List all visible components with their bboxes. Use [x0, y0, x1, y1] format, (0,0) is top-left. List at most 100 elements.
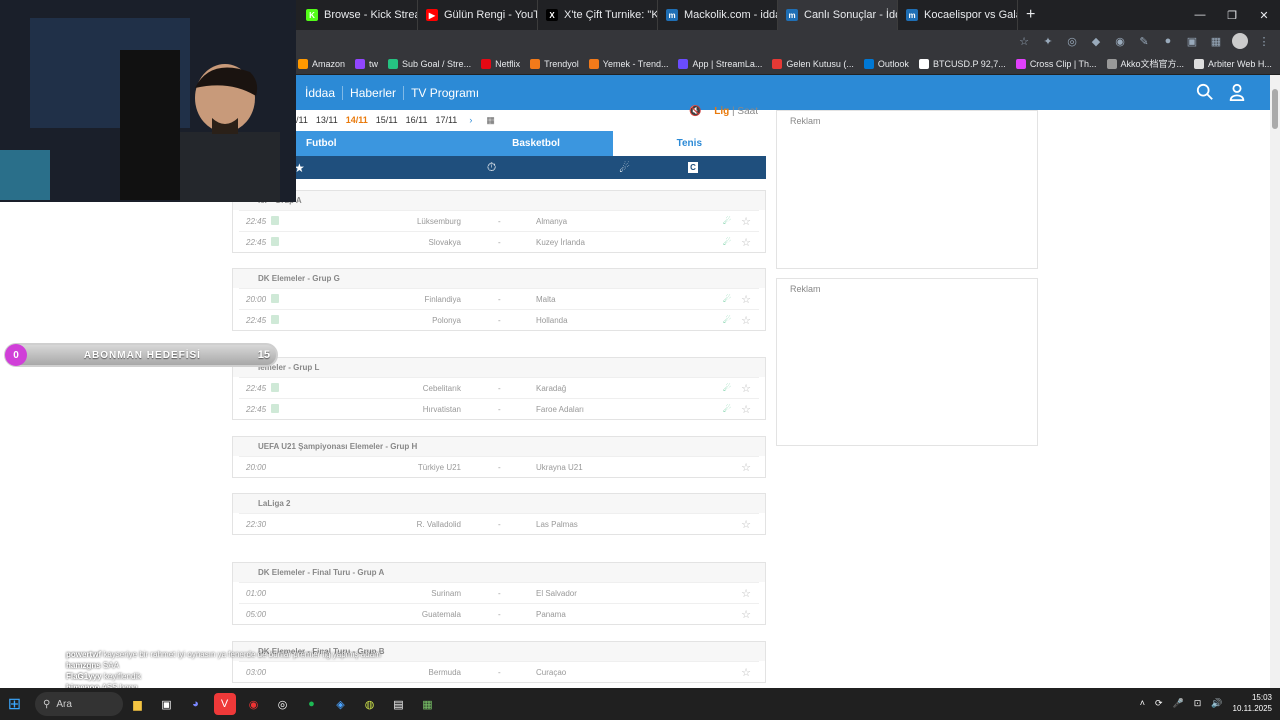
vivaldi-icon[interactable]: V: [213, 693, 236, 715]
menu-icon[interactable]: ⋮: [1256, 33, 1272, 49]
sort-lig[interactable]: Lig: [714, 106, 729, 117]
match-row[interactable]: 22:45 Slovakya - Kuzey İrlanda ☄ ☆: [239, 231, 759, 252]
favorites-star-icon[interactable]: ★: [294, 161, 425, 175]
volume-icon[interactable]: 🔊: [1211, 698, 1222, 709]
away-team[interactable]: Malta: [536, 295, 556, 304]
league-name[interactable]: LaLiga 2: [233, 494, 765, 513]
extension-icon[interactable]: ●: [1160, 33, 1176, 49]
league-name[interactable]: ler - Grup A: [233, 191, 765, 210]
new-tab-button[interactable]: +: [1026, 6, 1035, 24]
home-team[interactable]: Cebelitarık: [423, 384, 461, 393]
league-name[interactable]: UEFA U21 Şampiyonası Elemeler - Grup H: [233, 437, 765, 456]
date-item[interactable]: 14/11: [346, 115, 368, 125]
match-row[interactable]: 22:45 Cebelitarık - Karadağ ☄ ☆: [239, 377, 759, 398]
profile-avatar[interactable]: [1232, 33, 1248, 49]
favorite-star-icon[interactable]: ☆: [741, 382, 751, 395]
app-icon[interactable]: ▦: [417, 693, 439, 715]
tab-futbol[interactable]: Futbol: [296, 131, 460, 156]
bookmark-item[interactable]: Cross Clip | Th...: [1015, 58, 1097, 69]
match-row[interactable]: 22:45 Polonya - Hollanda ☄ ☆: [239, 309, 759, 330]
browser-tab[interactable]: m Kocaelispor vs Galatasaray,: [898, 0, 1018, 30]
extension-icon[interactable]: ✦: [1040, 33, 1056, 49]
close-icon[interactable]: ✕: [1248, 0, 1280, 30]
date-item[interactable]: 15/11: [376, 115, 398, 125]
bookmark-item[interactable]: Sub Goal / Stre...: [388, 58, 471, 69]
away-team[interactable]: Karadağ: [536, 384, 566, 393]
date-item[interactable]: 17/11: [435, 115, 457, 125]
tab-basketbol[interactable]: Basketbol: [459, 131, 613, 156]
live-broadcast-icon[interactable]: ☄: [723, 294, 733, 304]
spotify-icon[interactable]: ●: [301, 693, 323, 715]
live-timer-icon[interactable]: ⏱: [425, 160, 558, 175]
app-icon[interactable]: ◍: [359, 693, 381, 715]
bookmark-item[interactable]: Gelen Kutusu (...: [772, 58, 854, 69]
away-team[interactable]: Almanya: [536, 217, 567, 226]
bookmark-item[interactable]: Outlook: [863, 58, 909, 69]
bookmark-item[interactable]: Amazon: [298, 58, 345, 69]
bookmark-item[interactable]: BTCUSD.P 92,7...: [918, 58, 1006, 69]
nav-tv-programi[interactable]: TV Programı: [404, 86, 486, 100]
sound-icon[interactable]: 🔇: [689, 106, 701, 117]
browser-tab[interactable]: K Browse - Kick Streaming: [298, 0, 418, 30]
bookmark-item[interactable]: Akko文档官方...: [1106, 57, 1184, 70]
favorite-star-icon[interactable]: ☆: [741, 293, 751, 306]
league-name[interactable]: DK Elemeler - Final Turu - Grup A: [233, 563, 765, 582]
match-row[interactable]: 22:30 R. Valladolid - Las Palmas ☆: [239, 513, 759, 534]
live-broadcast-icon[interactable]: ☄: [723, 404, 733, 414]
favorite-star-icon[interactable]: ☆: [741, 518, 751, 531]
file-explorer-icon[interactable]: ▆: [127, 693, 149, 715]
favorite-star-icon[interactable]: ☆: [741, 608, 751, 621]
page-scrollbar[interactable]: [1270, 75, 1280, 688]
sort-saat[interactable]: Saat: [737, 106, 758, 117]
tab-tenis[interactable]: Tenis: [612, 131, 766, 156]
away-team[interactable]: Faroe Adaları: [536, 405, 584, 414]
bookmark-item[interactable]: Netflix: [481, 58, 520, 69]
date-arrow-icon[interactable]: ›: [469, 115, 472, 125]
browser-tab[interactable]: m Mackolik.com - iddaa,canlı: [658, 0, 778, 30]
microphone-icon[interactable]: 🎤: [1173, 698, 1184, 709]
home-team[interactable]: Slovakya: [429, 238, 461, 247]
home-team[interactable]: Lüksemburg: [417, 217, 461, 226]
app-icon[interactable]: ◉: [243, 693, 265, 715]
extension-icon[interactable]: ◎: [1064, 33, 1080, 49]
nav-haberler[interactable]: Haberler: [343, 85, 405, 100]
browser-tab[interactable]: X X'te Çift Turnike: "Kocaeli'de: [538, 0, 658, 30]
maximize-icon[interactable]: ❐: [1216, 0, 1248, 30]
away-team[interactable]: Hollanda: [536, 316, 568, 325]
live-broadcast-icon[interactable]: ☄: [723, 237, 733, 247]
league-name[interactable]: DK Elemeler - Grup G: [233, 269, 765, 288]
home-team[interactable]: R. Valladolid: [417, 520, 461, 529]
user-icon[interactable]: [1228, 83, 1246, 101]
away-team[interactable]: Curaçao: [536, 668, 566, 677]
home-team[interactable]: Hırvatistan: [423, 405, 461, 414]
live-broadcast-icon[interactable]: ☄: [723, 216, 733, 226]
extension-icon[interactable]: ◉: [1112, 33, 1128, 49]
favorite-star-icon[interactable]: ☆: [741, 461, 751, 474]
home-team[interactable]: Guatemala: [422, 610, 461, 619]
obs-icon[interactable]: ◎: [272, 693, 294, 715]
match-row[interactable]: 05:00 Guatemala - Panama ☆: [239, 603, 759, 624]
minimize-icon[interactable]: —: [1184, 0, 1216, 30]
bookmark-item[interactable]: Yemek - Trend...: [588, 58, 668, 69]
browser-tab[interactable]: m Canlı Sonuçlar - İddaa Sonu: [778, 0, 898, 30]
match-row[interactable]: 22:45 Lüksemburg - Almanya ☄ ☆: [239, 210, 759, 231]
live-broadcast-icon[interactable]: ☄: [723, 315, 733, 325]
match-row[interactable]: 20:00 Türkiye U21 - Ukrayna U21 ☆: [239, 456, 759, 477]
away-team[interactable]: Kuzey İrlanda: [536, 238, 585, 247]
store-icon[interactable]: ▣: [156, 693, 178, 715]
bookmark-item[interactable]: Arbiter Web H...: [1194, 58, 1272, 69]
away-team[interactable]: El Salvador: [536, 589, 577, 598]
discord-icon[interactable]: ◕: [185, 693, 207, 715]
away-team[interactable]: Ukrayna U21: [536, 463, 583, 472]
date-item[interactable]: 13/11: [316, 115, 338, 125]
app-icon[interactable]: ▤: [388, 693, 410, 715]
match-row[interactable]: 22:45 Hırvatistan - Faroe Adaları ☄ ☆: [239, 398, 759, 419]
bookmark-icon[interactable]: ☆: [1016, 33, 1032, 49]
iddaa-icon[interactable]: C: [688, 162, 698, 173]
browser-tab[interactable]: ▶ Gülün Rengi - YouTube: [418, 0, 538, 30]
tray-chevron-icon[interactable]: ˄: [1140, 698, 1145, 708]
home-team[interactable]: Polonya: [432, 316, 461, 325]
bookmark-item[interactable]: App | StreamLa...: [678, 58, 762, 69]
taskbar-search[interactable]: ⚲ Ara: [35, 692, 123, 716]
search-icon[interactable]: [1196, 83, 1214, 101]
